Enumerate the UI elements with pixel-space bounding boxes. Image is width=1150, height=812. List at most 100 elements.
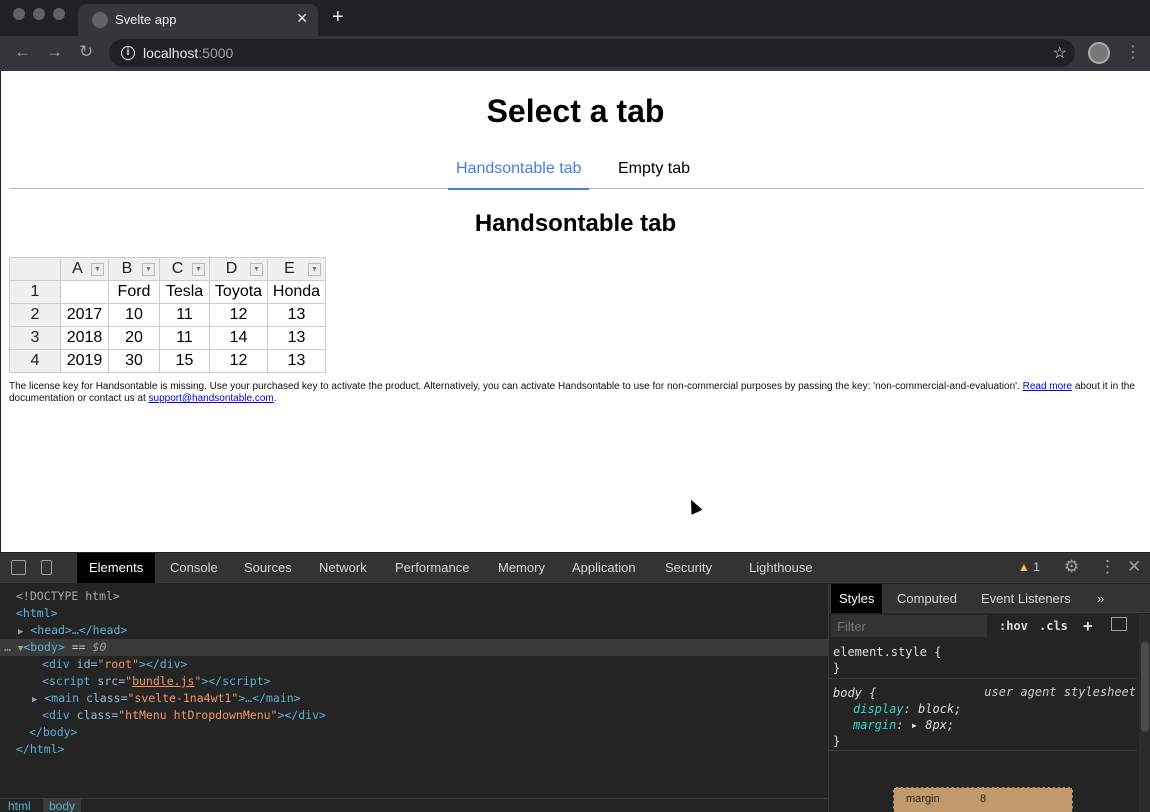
dom-body-selected[interactable]: … ▼<body> == $0 [0,639,828,656]
dom-doctype[interactable]: <!DOCTYPE html> [0,588,828,605]
window-maximize-button[interactable] [53,8,65,20]
tab-computed[interactable]: Computed [889,584,965,613]
row-header[interactable]: 4 [9,349,61,373]
table-cell[interactable]: 11 [159,326,210,350]
dropdown-menu-icon[interactable]: ▼ [91,263,104,276]
handsontable-grid[interactable]: A ▼ B ▼ C ▼ D ▼ E ▼ 1 Ford Tesla Toyota Honda… [9,257,326,373]
ellipsis-icon[interactable]: … [4,640,18,654]
more-tabs-icon[interactable]: » [1089,584,1112,613]
table-cell[interactable]: Honda [267,280,326,304]
expand-triangle-icon[interactable]: ▶ [32,695,37,705]
column-header-c[interactable]: C ▼ [159,257,210,281]
devtools-tab-network[interactable]: Network [307,553,379,583]
bookmark-star-icon[interactable]: ☆ [1053,43,1067,63]
table-cell[interactable]: 11 [159,303,210,327]
table-cell[interactable]: 2017 [60,303,109,327]
new-tab-button[interactable]: + [332,6,344,29]
device-toolbar-icon[interactable] [41,560,52,575]
table-cell[interactable]: 12 [209,349,268,373]
back-arrow-icon[interactable]: ← [14,42,31,62]
toggle-sidebar-icon[interactable] [1111,617,1127,631]
window-close-button[interactable] [13,8,25,20]
breadcrumb-body[interactable]: body [43,799,82,812]
table-cell[interactable]: 20 [108,326,160,350]
table-cell[interactable]: 14 [209,326,268,350]
table-cell[interactable]: 12 [209,303,268,327]
dropdown-menu-icon[interactable]: ▼ [250,263,263,276]
devtools-tab-memory[interactable]: Memory [486,553,557,583]
dom-head[interactable]: ▶ <head>…</head> [0,622,828,639]
table-cell[interactable]: 30 [108,349,160,373]
box-model-diagram[interactable]: margin 8 [893,787,1073,812]
devtools-tab-elements[interactable]: Elements [77,553,156,583]
table-cell[interactable]: Ford [108,280,160,304]
devtools-tab-performance[interactable]: Performance [383,553,481,583]
dropdown-menu-icon[interactable]: ▼ [308,263,321,276]
cls-toggle[interactable]: .cls [1039,619,1068,633]
profile-avatar[interactable] [1088,42,1110,64]
table-cell[interactable]: 13 [267,349,326,373]
corner-header[interactable] [9,257,61,281]
box-model-margin-value[interactable]: 8 [980,793,986,805]
dom-div-root[interactable]: <div id="root"></div> [0,656,828,673]
column-header-d[interactable]: D ▼ [209,257,268,281]
forward-arrow-icon[interactable]: → [46,42,63,62]
table-cell[interactable]: 13 [267,326,326,350]
table-cell[interactable]: 13 [267,303,326,327]
scrollbar-thumb[interactable] [1141,642,1149,732]
new-rule-plus-icon[interactable]: + [1083,616,1093,635]
address-bar[interactable]: i localhost:5000 ☆ [109,39,1075,67]
table-cell[interactable]: Toyota [209,280,268,304]
dom-html-close[interactable]: </html> [0,741,828,758]
row-header[interactable]: 1 [9,280,61,304]
row-header[interactable]: 3 [9,326,61,350]
dropdown-menu-icon[interactable]: ▼ [142,263,155,276]
tab-empty[interactable]: Empty tab [618,160,690,178]
expand-triangle-icon[interactable]: ▶ [18,627,23,637]
column-header-b[interactable]: B ▼ [108,257,160,281]
table-cell[interactable] [60,280,109,304]
element-style-rule[interactable]: element.style { } [833,644,941,676]
tab-event-listeners[interactable]: Event Listeners [973,584,1079,613]
tab-styles[interactable]: Styles [831,584,883,613]
devtools-tab-security[interactable]: Security [653,553,724,583]
dropdown-menu-icon[interactable]: ▼ [192,263,205,276]
close-tab-icon[interactable]: ✕ [296,10,308,27]
body-rule[interactable]: body { display: block; margin: ▸ 8px; } [833,685,961,749]
tab-handsontable[interactable]: Handsontable tab [447,160,590,190]
dom-html-open[interactable]: <html> [0,605,828,622]
table-cell[interactable]: Tesla [159,280,210,304]
devtools-tab-lighthouse[interactable]: Lighthouse [737,553,825,583]
url-text[interactable]: localhost:5000 [143,45,233,61]
devtools-tab-application[interactable]: Application [560,553,648,583]
column-header-a[interactable]: A ▼ [60,257,109,281]
table-cell[interactable]: 2018 [60,326,109,350]
warning-counter[interactable]: ▲ 1 [1018,560,1040,574]
devtools-close-icon[interactable]: ✕ [1127,557,1141,577]
reload-icon[interactable]: ↻ [79,42,93,62]
inspect-element-icon[interactable] [11,560,26,575]
devtools-menu-icon[interactable]: ⋮ [1099,557,1116,577]
browser-tab[interactable]: Svelte app ✕ [78,4,318,36]
table-cell[interactable]: 2019 [60,349,109,373]
devtools-tab-sources[interactable]: Sources [232,553,304,583]
styles-filter-input[interactable] [831,615,987,637]
settings-gear-icon[interactable]: ⚙ [1064,557,1079,577]
hov-toggle[interactable]: :hov [999,619,1028,633]
column-header-e[interactable]: E ▼ [267,257,326,281]
devtools-tab-console[interactable]: Console [158,553,230,583]
breadcrumb-html[interactable]: html [2,799,37,812]
browser-menu-icon[interactable]: ⋮ [1125,42,1141,62]
table-cell[interactable]: 10 [108,303,160,327]
site-info-icon[interactable]: i [121,46,135,60]
dom-menu-div[interactable]: <div class="htMenu htDropdownMenu"></div… [0,707,828,724]
dom-main[interactable]: ▶ <main class="svelte-1na4wt1">…</main> [0,690,828,707]
dom-script[interactable]: <script src="bundle.js"></script> [0,673,828,690]
support-email-link[interactable]: support@handsontable.com [149,393,274,404]
read-more-link[interactable]: Read more [1023,381,1072,392]
script-src-link[interactable]: bundle.js [132,674,194,688]
window-minimize-button[interactable] [33,8,45,20]
row-header[interactable]: 2 [9,303,61,327]
table-cell[interactable]: 15 [159,349,210,373]
styles-scrollbar[interactable] [1139,614,1150,812]
